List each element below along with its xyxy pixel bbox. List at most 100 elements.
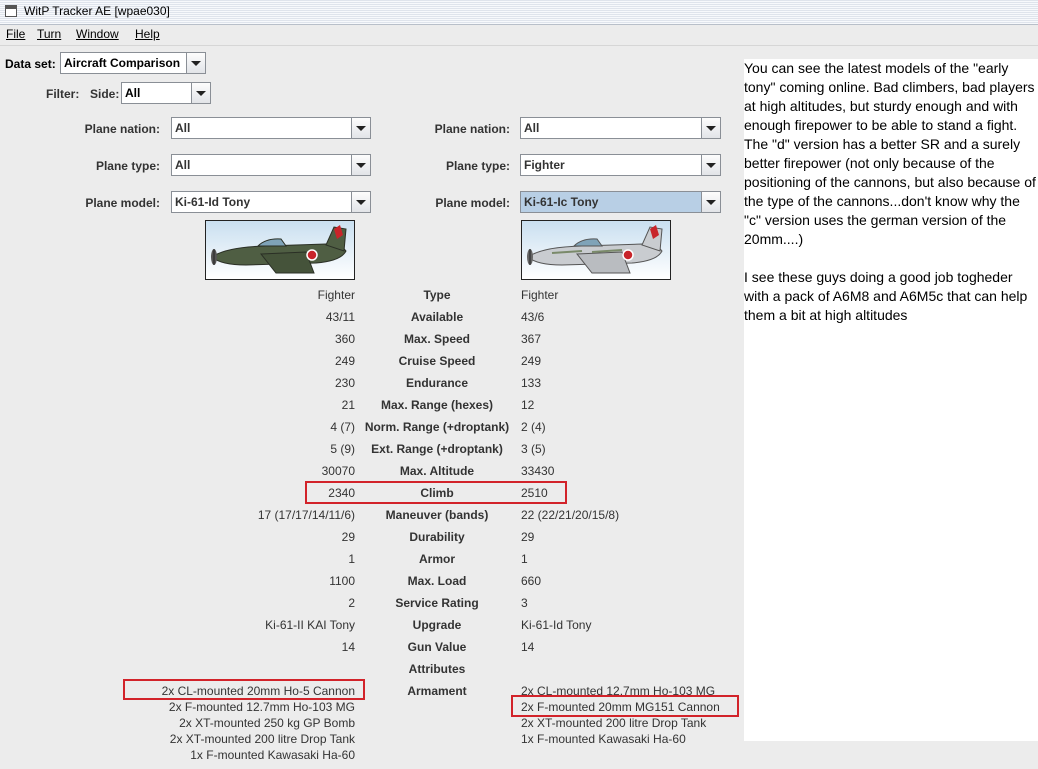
stat-left-max-altitude: 30070 xyxy=(321,464,355,478)
stat-label-upgrade: Upgrade xyxy=(412,618,462,632)
chevron-down-icon[interactable] xyxy=(351,155,370,175)
stat-label-type: Type xyxy=(423,288,451,302)
stat-left-maneuver: 17 (17/17/14/11/6) xyxy=(257,508,355,522)
chevron-down-icon[interactable] xyxy=(701,118,720,138)
armament-left-item: 1x F-mounted Kawasaki Ha-60 xyxy=(190,748,355,762)
side-select[interactable]: All xyxy=(121,82,211,104)
chevron-down-icon[interactable] xyxy=(701,155,720,175)
left-model-label: Plane model: xyxy=(85,196,160,210)
menu-window[interactable]: Window xyxy=(76,27,119,41)
chevron-down-icon[interactable] xyxy=(701,192,720,212)
stat-left-gun-value: 14 xyxy=(341,640,355,654)
stat-left-available: 43/11 xyxy=(325,310,355,324)
stat-left-service-rating: 2 xyxy=(348,596,355,610)
commentary-line: tony" coming online. Bad climbers, bad p… xyxy=(744,79,1035,95)
left-type-label: Plane type: xyxy=(95,159,160,173)
left-cannon-highlight-box xyxy=(123,679,365,700)
commentary-panel: You can see the latest models of the "ea… xyxy=(744,59,1038,741)
right-type-select[interactable]: Fighter xyxy=(520,154,721,176)
stat-right-upgrade: Ki-61-Id Tony xyxy=(521,618,592,632)
right-cannon-highlight-box xyxy=(511,695,739,717)
menu-file[interactable]: File xyxy=(6,27,25,41)
menu-help[interactable]: Help xyxy=(135,27,160,41)
stat-label-gun-value: Gun Value xyxy=(407,640,467,654)
left-nation-select[interactable]: All xyxy=(171,117,371,139)
stat-left-cruise-speed: 249 xyxy=(334,354,355,368)
left-type-select[interactable]: All xyxy=(171,154,371,176)
stat-right-norm-range: 2 (4) xyxy=(521,420,546,434)
stat-right-available: 43/6 xyxy=(521,310,545,324)
stat-right-max-altitude: 33430 xyxy=(521,464,555,478)
stat-label-cruise-speed: Cruise Speed xyxy=(398,354,476,368)
commentary-line: 20mm....) xyxy=(744,231,804,247)
stat-right-maneuver: 22 (22/21/20/15/8) xyxy=(521,508,620,522)
commentary-line: enough firepower to be able to stand a f… xyxy=(744,117,1018,133)
stat-left-max-speed: 360 xyxy=(334,332,355,346)
stat-left-type: Fighter xyxy=(317,288,355,302)
stat-label-endurance: Endurance xyxy=(405,376,468,390)
stat-right-ext-range: 3 (5) xyxy=(521,442,546,456)
stat-left-upgrade: Ki-61-II KAI Tony xyxy=(265,618,355,632)
filter-label: Filter: xyxy=(46,87,80,101)
commentary-line: them a bit at high altitudes xyxy=(744,307,908,323)
armament-left-item: 2x XT-mounted 250 kg GP Bomb xyxy=(179,716,355,730)
stat-label-max-speed: Max. Speed xyxy=(403,332,471,346)
armament-right-item: 1x F-mounted Kawasaki Ha-60 xyxy=(521,732,686,746)
armament-right-item: 2x XT-mounted 200 litre Drop Tank xyxy=(521,716,707,730)
chevron-down-icon[interactable] xyxy=(351,192,370,212)
dataset-select[interactable]: Aircraft Comparison xyxy=(60,52,206,74)
stat-left-max-range: 21 xyxy=(341,398,355,412)
commentary-line xyxy=(744,249,1038,268)
stat-left-max-load: 1100 xyxy=(329,574,355,588)
right-type-label: Plane type: xyxy=(445,159,510,173)
left-plane-image xyxy=(205,220,355,280)
stat-left-armor: 1 xyxy=(348,552,355,566)
chevron-down-icon[interactable] xyxy=(351,118,370,138)
plane-illustration-icon xyxy=(527,225,663,274)
commentary-line: at high altitudes, but sturdy enough and… xyxy=(744,98,1018,114)
stat-left-durability: 29 xyxy=(341,530,355,544)
stat-right-durability: 29 xyxy=(521,530,535,544)
stat-label-durability: Durability xyxy=(409,530,465,544)
right-nation-label: Plane nation: xyxy=(434,122,510,136)
stat-label-max-altitude: Max. Altitude xyxy=(399,464,475,478)
stat-right-max-speed: 367 xyxy=(521,332,542,346)
stat-right-type: Fighter xyxy=(521,288,559,302)
armament-left-item: 2x XT-mounted 200 litre Drop Tank xyxy=(169,732,355,746)
chevron-down-icon[interactable] xyxy=(191,83,210,103)
chevron-down-icon[interactable] xyxy=(186,53,205,73)
armament-left-item: 2x F-mounted 12.7mm Ho-103 MG xyxy=(168,700,355,714)
commentary-line: the type of the cannons...don't know why… xyxy=(744,193,1020,209)
left-nation-label: Plane nation: xyxy=(84,122,160,136)
stat-label-armor: Armor xyxy=(418,552,455,566)
commentary-line: You can see the latest models of the "ea… xyxy=(744,60,1009,76)
right-model-select[interactable]: Ki-61-Ic Tony xyxy=(520,191,721,213)
stat-right-gun-value: 14 xyxy=(521,640,535,654)
stat-left-endurance: 230 xyxy=(334,376,355,390)
commentary-line: "c" version uses the german version of t… xyxy=(744,212,1007,228)
right-nation-select[interactable]: All xyxy=(520,117,721,139)
window-icon[interactable] xyxy=(5,5,17,17)
commentary-line: The "d" version has a better SR and a su… xyxy=(744,136,1021,152)
stat-label-service-rating: Service Rating xyxy=(395,596,479,610)
commentary-line: better firepower (not only because of th… xyxy=(744,155,995,171)
stat-right-max-range: 12 xyxy=(521,398,535,412)
side-label: Side: xyxy=(90,87,120,101)
right-model-label: Plane model: xyxy=(435,196,510,210)
stat-label-max-range: Max. Range (hexes) xyxy=(380,398,494,412)
stat-left-norm-range: 4 (7) xyxy=(330,420,355,434)
menu-turn[interactable]: Turn xyxy=(37,27,61,41)
window-title: WitP Tracker AE [wpae030] xyxy=(24,4,170,18)
stat-label-available: Available xyxy=(410,310,464,324)
plane-illustration-icon xyxy=(211,225,347,274)
stat-left-ext-range: 5 (9) xyxy=(330,442,355,456)
left-model-select[interactable]: Ki-61-Id Tony xyxy=(171,191,371,213)
commentary-line: I see these guys doing a good job toghed… xyxy=(744,269,1013,285)
title-bar: WitP Tracker AE [wpae030] xyxy=(0,0,1038,25)
stat-label-maneuver: Maneuver (bands) xyxy=(385,508,489,522)
dataset-label: Data set: xyxy=(5,57,56,71)
stat-right-max-load: 660 xyxy=(521,574,542,588)
commentary-line: with a pack of A6M8 and A6M5c that can h… xyxy=(744,288,1028,304)
stat-label-ext-range: Ext. Range (+droptank) xyxy=(371,442,503,456)
stat-label-norm-range: Norm. Range (+droptank) xyxy=(364,420,510,434)
